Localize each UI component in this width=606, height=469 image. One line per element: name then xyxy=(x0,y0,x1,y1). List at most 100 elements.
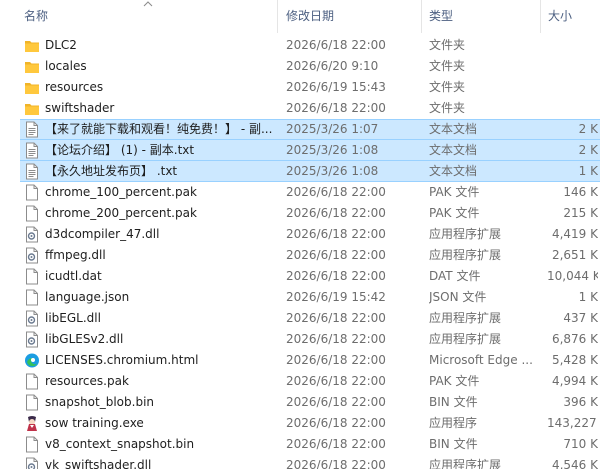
file-date-modified: 2026/6/18 22:00 xyxy=(286,353,386,367)
file-date-modified: 2026/6/18 22:00 xyxy=(286,185,386,199)
file-row[interactable]: 【来了就能下载和观看！纯免费！】 - 副... 2025/3/26 1:07 文本文… xyxy=(0,119,606,140)
file-size: 10,044 K xyxy=(547,269,598,283)
file-name: 【永久地址发布页】 .txt xyxy=(45,164,178,178)
file-name: v8_context_snapshot.bin xyxy=(45,437,195,451)
file-row[interactable]: language.json 2026/6/19 15:42 JSON 文件 1 K xyxy=(0,287,606,308)
file-date-modified: 2026/6/18 22:00 xyxy=(286,332,386,346)
text-file-icon xyxy=(24,142,40,159)
folder-icon xyxy=(24,58,40,75)
file-name: language.json xyxy=(45,290,130,304)
dll-file-icon xyxy=(24,226,40,243)
folder-icon xyxy=(24,100,40,117)
file-name: libGLESv2.dll xyxy=(45,332,124,346)
file-date-modified: 2025/3/26 1:08 xyxy=(286,143,379,157)
file-size xyxy=(547,35,598,56)
dll-file-icon xyxy=(24,457,40,469)
file-type: Microsoft Edge ... xyxy=(429,353,533,367)
file-date-modified: 2026/6/19 15:43 xyxy=(286,80,386,94)
file-row[interactable]: snapshot_blob.bin 2026/6/18 22:00 BIN 文件 39… xyxy=(0,392,606,413)
file-name: snapshot_blob.bin xyxy=(45,395,155,409)
file-row[interactable]: v8_context_snapshot.bin 2026/6/18 22:00 BI… xyxy=(0,434,606,455)
text-file-icon xyxy=(24,121,40,138)
file-date-modified: 2026/6/18 22:00 xyxy=(286,311,386,325)
file-name: 【论坛介绍】 (1) - 副本.txt xyxy=(45,143,195,157)
column-divider[interactable] xyxy=(540,0,541,33)
file-row[interactable]: libEGL.dll 2026/6/18 22:00 应用程序扩展 437 K xyxy=(0,308,606,329)
file-size xyxy=(547,77,598,98)
file-type: 文件夹 xyxy=(429,101,466,115)
column-header-date[interactable]: 修改日期 xyxy=(286,0,416,33)
file-type: 应用程序 xyxy=(429,416,478,430)
blank-file-icon xyxy=(24,268,40,285)
file-date-modified: 2026/6/18 22:00 xyxy=(286,269,386,283)
file-size xyxy=(547,98,598,119)
file-size: 6,876 K xyxy=(551,332,598,346)
file-name: resources xyxy=(45,80,104,94)
blank-file-icon xyxy=(24,373,40,390)
file-type: 文本文档 xyxy=(429,122,478,136)
file-date-modified: 2025/3/26 1:07 xyxy=(286,122,379,136)
column-divider[interactable] xyxy=(421,0,422,33)
file-size xyxy=(547,56,598,77)
file-size: 2,651 K xyxy=(551,248,598,262)
file-type: 应用程序扩展 xyxy=(429,311,502,325)
sort-ascending-icon xyxy=(143,1,153,7)
file-row[interactable]: locales 2026/6/20 9:10 文件夹 xyxy=(0,56,606,77)
file-row[interactable]: swiftshader 2026/6/18 22:00 文件夹 xyxy=(0,98,606,119)
file-size: 1 K xyxy=(578,164,598,178)
file-name: ffmpeg.dll xyxy=(45,248,106,262)
file-size: 2 K xyxy=(578,122,598,136)
file-date-modified: 2026/6/18 22:00 xyxy=(286,101,386,115)
file-date-modified: 2026/6/18 22:00 xyxy=(286,248,386,262)
column-header-size[interactable]: 大小 xyxy=(548,0,598,33)
file-size: 4,994 K xyxy=(551,374,598,388)
file-date-modified: 2026/6/18 22:00 xyxy=(286,458,386,469)
file-date-modified: 2026/6/18 22:00 xyxy=(286,227,386,241)
file-type: PAK 文件 xyxy=(429,374,480,388)
file-name: chrome_100_percent.pak xyxy=(45,185,197,199)
file-type: PAK 文件 xyxy=(429,185,480,199)
file-name: icudtl.dat xyxy=(45,269,102,283)
file-size: 5,428 K xyxy=(551,353,598,367)
file-row[interactable]: libGLESv2.dll 2026/6/18 22:00 应用程序扩展 6,876 … xyxy=(0,329,606,350)
blank-file-icon xyxy=(24,205,40,222)
vertical-scrollbar[interactable] xyxy=(600,33,606,469)
file-row[interactable]: vk_swiftshader.dll 2026/6/18 22:00 应用程序扩展 4… xyxy=(0,455,606,469)
file-name: 【来了就能下载和观看！纯免费！】 - 副... xyxy=(45,122,273,136)
file-type: 应用程序扩展 xyxy=(429,227,502,241)
file-size: 437 K xyxy=(563,311,598,325)
dll-file-icon xyxy=(24,247,40,264)
file-size: 1 K xyxy=(578,290,598,304)
file-date-modified: 2026/6/18 22:00 xyxy=(286,395,386,409)
file-type: 文本文档 xyxy=(429,164,478,178)
file-row[interactable]: sow training.exe 2026/6/18 22:00 应用程序 143,2… xyxy=(0,413,606,434)
file-date-modified: 2025/3/26 1:08 xyxy=(286,164,379,178)
file-row[interactable]: resources 2026/6/19 15:43 文件夹 xyxy=(0,77,606,98)
file-row[interactable]: chrome_200_percent.pak 2026/6/18 22:00 PAK… xyxy=(0,203,606,224)
file-row[interactable]: resources.pak 2026/6/18 22:00 PAK 文件 4,994 … xyxy=(0,371,606,392)
file-row[interactable]: 【论坛介绍】 (1) - 副本.txt 2025/3/26 1:08 文本文档 2 K xyxy=(0,140,606,161)
file-type: 文本文档 xyxy=(429,143,478,157)
blank-file-icon xyxy=(24,289,40,306)
file-date-modified: 2026/6/18 22:00 xyxy=(286,437,386,451)
column-divider[interactable] xyxy=(277,0,278,33)
file-type: 文件夹 xyxy=(429,80,466,94)
file-row[interactable]: icudtl.dat 2026/6/18 22:00 DAT 文件 10,044 K xyxy=(0,266,606,287)
file-date-modified: 2026/6/18 22:00 xyxy=(286,38,386,52)
file-row[interactable]: d3dcompiler_47.dll 2026/6/18 22:00 应用程序扩展 4… xyxy=(0,224,606,245)
file-size: 2 K xyxy=(578,143,598,157)
column-header-type[interactable]: 类型 xyxy=(429,0,539,33)
file-size: 143,227 K xyxy=(547,416,598,430)
file-type: BIN 文件 xyxy=(429,437,478,451)
file-explorer: 名称 修改日期 类型 大小 DLC2 2026/6/18 22:00 文件夹 loc… xyxy=(0,0,606,469)
file-date-modified: 2026/6/19 15:42 xyxy=(286,290,386,304)
file-type: 应用程序扩展 xyxy=(429,458,502,469)
file-row[interactable]: chrome_100_percent.pak 2026/6/18 22:00 PAK… xyxy=(0,182,606,203)
file-row[interactable]: DLC2 2026/6/18 22:00 文件夹 xyxy=(0,35,606,56)
dll-file-icon xyxy=(24,310,40,327)
file-row[interactable]: ffmpeg.dll 2026/6/18 22:00 应用程序扩展 2,651 K xyxy=(0,245,606,266)
file-row[interactable]: LICENSES.chromium.html 2026/6/18 22:00 Mic… xyxy=(0,350,606,371)
file-name: d3dcompiler_47.dll xyxy=(45,227,160,241)
file-row[interactable]: 【永久地址发布页】 .txt 2025/3/26 1:08 文本文档 1 K xyxy=(0,161,606,182)
file-name: locales xyxy=(45,59,87,73)
